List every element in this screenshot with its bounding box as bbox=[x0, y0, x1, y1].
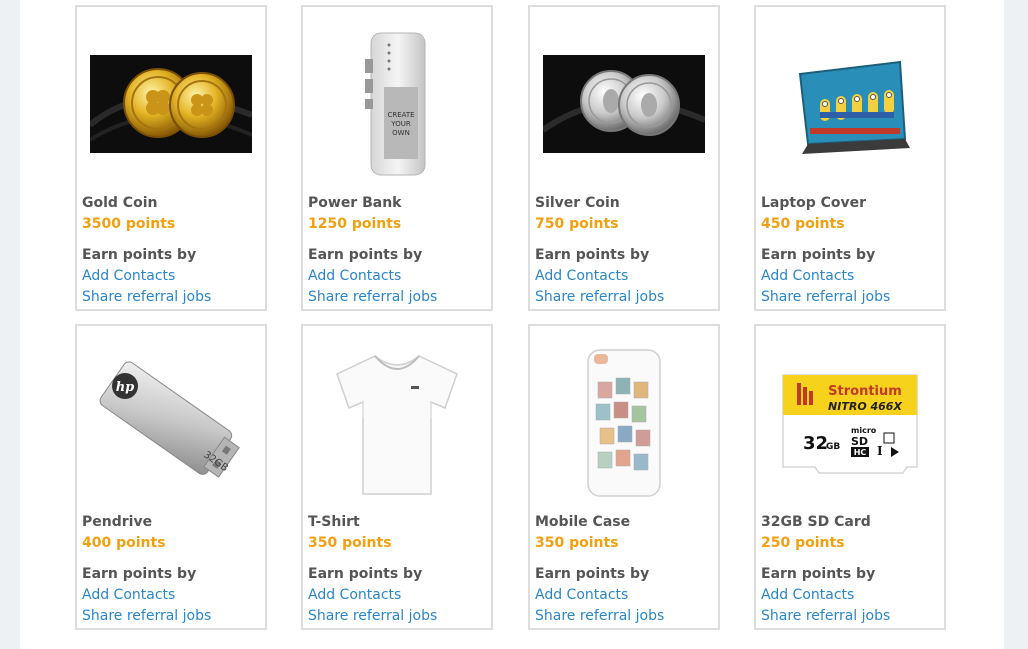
share-referral-jobs-link[interactable]: Share referral jobs bbox=[761, 287, 940, 308]
rewards-panel: Gold Coin 3500 points Earn points by Add… bbox=[20, 0, 1004, 649]
share-referral-jobs-link[interactable]: Share referral jobs bbox=[82, 606, 261, 627]
sd-card-image: Strontium NITRO 466X 32 GB micro SD HC I bbox=[762, 340, 938, 506]
add-contacts-link[interactable]: Add Contacts bbox=[761, 266, 940, 287]
share-referral-jobs-link[interactable]: Share referral jobs bbox=[535, 287, 714, 308]
earn-points-label: Earn points by bbox=[535, 247, 650, 263]
power-bank-text-3: OWN bbox=[392, 129, 410, 137]
reward-card-silver-coin: Silver Coin 750 points Earn points by Ad… bbox=[528, 5, 720, 311]
mobile-case-image bbox=[536, 340, 712, 506]
sd-brand-text: Strontium bbox=[828, 384, 902, 399]
reward-points: 350 points bbox=[535, 535, 619, 551]
add-contacts-link[interactable]: Add Contacts bbox=[535, 585, 714, 606]
power-bank-text-1: CREATE bbox=[387, 111, 414, 119]
reward-card-gold-coin: Gold Coin 3500 points Earn points by Add… bbox=[75, 5, 267, 311]
reward-card-sd-card: Strontium NITRO 466X 32 GB micro SD HC I… bbox=[754, 324, 946, 630]
reward-name: Pendrive bbox=[82, 514, 153, 530]
power-bank-image: CREATE YOUR OWN bbox=[309, 21, 485, 187]
reward-name: 32GB SD Card bbox=[761, 514, 871, 530]
sd-micro-text: micro bbox=[851, 426, 877, 435]
reward-points: 250 points bbox=[761, 535, 845, 551]
add-contacts-link[interactable]: Add Contacts bbox=[535, 266, 714, 287]
share-referral-jobs-link[interactable]: Share referral jobs bbox=[535, 606, 714, 627]
reward-card-pendrive: hp 32GB Pendrive 400 points Earn points … bbox=[75, 324, 267, 630]
reward-points: 1250 points bbox=[308, 216, 402, 232]
reward-card-t-shirt: T-Shirt 350 points Earn points by Add Co… bbox=[301, 324, 493, 630]
reward-name: Gold Coin bbox=[82, 195, 158, 211]
share-referral-jobs-link[interactable]: Share referral jobs bbox=[82, 287, 261, 308]
reward-name: Mobile Case bbox=[535, 514, 631, 530]
sd-model-text: NITRO 466X bbox=[828, 400, 902, 413]
earn-points-label: Earn points by bbox=[308, 247, 423, 263]
sd-capacity-number: 32 bbox=[803, 433, 828, 454]
pendrive-image: hp 32GB bbox=[83, 340, 259, 506]
earn-points-label: Earn points by bbox=[761, 566, 876, 582]
reward-card-laptop-cover: Laptop Cover 450 points Earn points by A… bbox=[754, 5, 946, 311]
share-referral-jobs-link[interactable]: Share referral jobs bbox=[761, 606, 940, 627]
reward-card-power-bank: CREATE YOUR OWN Power Bank 1250 points E… bbox=[301, 5, 493, 311]
earn-points-label: Earn points by bbox=[761, 247, 876, 263]
reward-card-mobile-case: Mobile Case 350 points Earn points by Ad… bbox=[528, 324, 720, 630]
sd-class-text: I bbox=[877, 444, 883, 458]
sd-capacity-unit: GB bbox=[826, 442, 840, 452]
reward-points: 400 points bbox=[82, 535, 166, 551]
reward-points: 350 points bbox=[308, 535, 392, 551]
t-shirt-image bbox=[309, 340, 485, 506]
reward-name: Laptop Cover bbox=[761, 195, 867, 211]
add-contacts-link[interactable]: Add Contacts bbox=[761, 585, 940, 606]
add-contacts-link[interactable]: Add Contacts bbox=[82, 266, 261, 287]
earn-points-label: Earn points by bbox=[82, 247, 197, 263]
add-contacts-link[interactable]: Add Contacts bbox=[308, 266, 487, 287]
power-bank-text-2: YOUR bbox=[390, 120, 411, 128]
earn-points-label: Earn points by bbox=[82, 566, 197, 582]
sd-sd-text: SD bbox=[851, 435, 868, 448]
gold-coin-image bbox=[83, 21, 259, 187]
sd-hc-text: HC bbox=[854, 448, 867, 457]
pendrive-logo-text: hp bbox=[116, 380, 135, 395]
share-referral-jobs-link[interactable]: Share referral jobs bbox=[308, 287, 487, 308]
earn-points-label: Earn points by bbox=[308, 566, 423, 582]
reward-name: T-Shirt bbox=[308, 514, 360, 530]
silver-coin-image bbox=[536, 21, 712, 187]
reward-name: Silver Coin bbox=[535, 195, 620, 211]
reward-points: 750 points bbox=[535, 216, 619, 232]
reward-name: Power Bank bbox=[308, 195, 402, 211]
reward-points: 450 points bbox=[761, 216, 845, 232]
laptop-cover-image bbox=[762, 21, 938, 187]
add-contacts-link[interactable]: Add Contacts bbox=[308, 585, 487, 606]
share-referral-jobs-link[interactable]: Share referral jobs bbox=[308, 606, 487, 627]
reward-points: 3500 points bbox=[82, 216, 176, 232]
earn-points-label: Earn points by bbox=[535, 566, 650, 582]
add-contacts-link[interactable]: Add Contacts bbox=[82, 585, 261, 606]
